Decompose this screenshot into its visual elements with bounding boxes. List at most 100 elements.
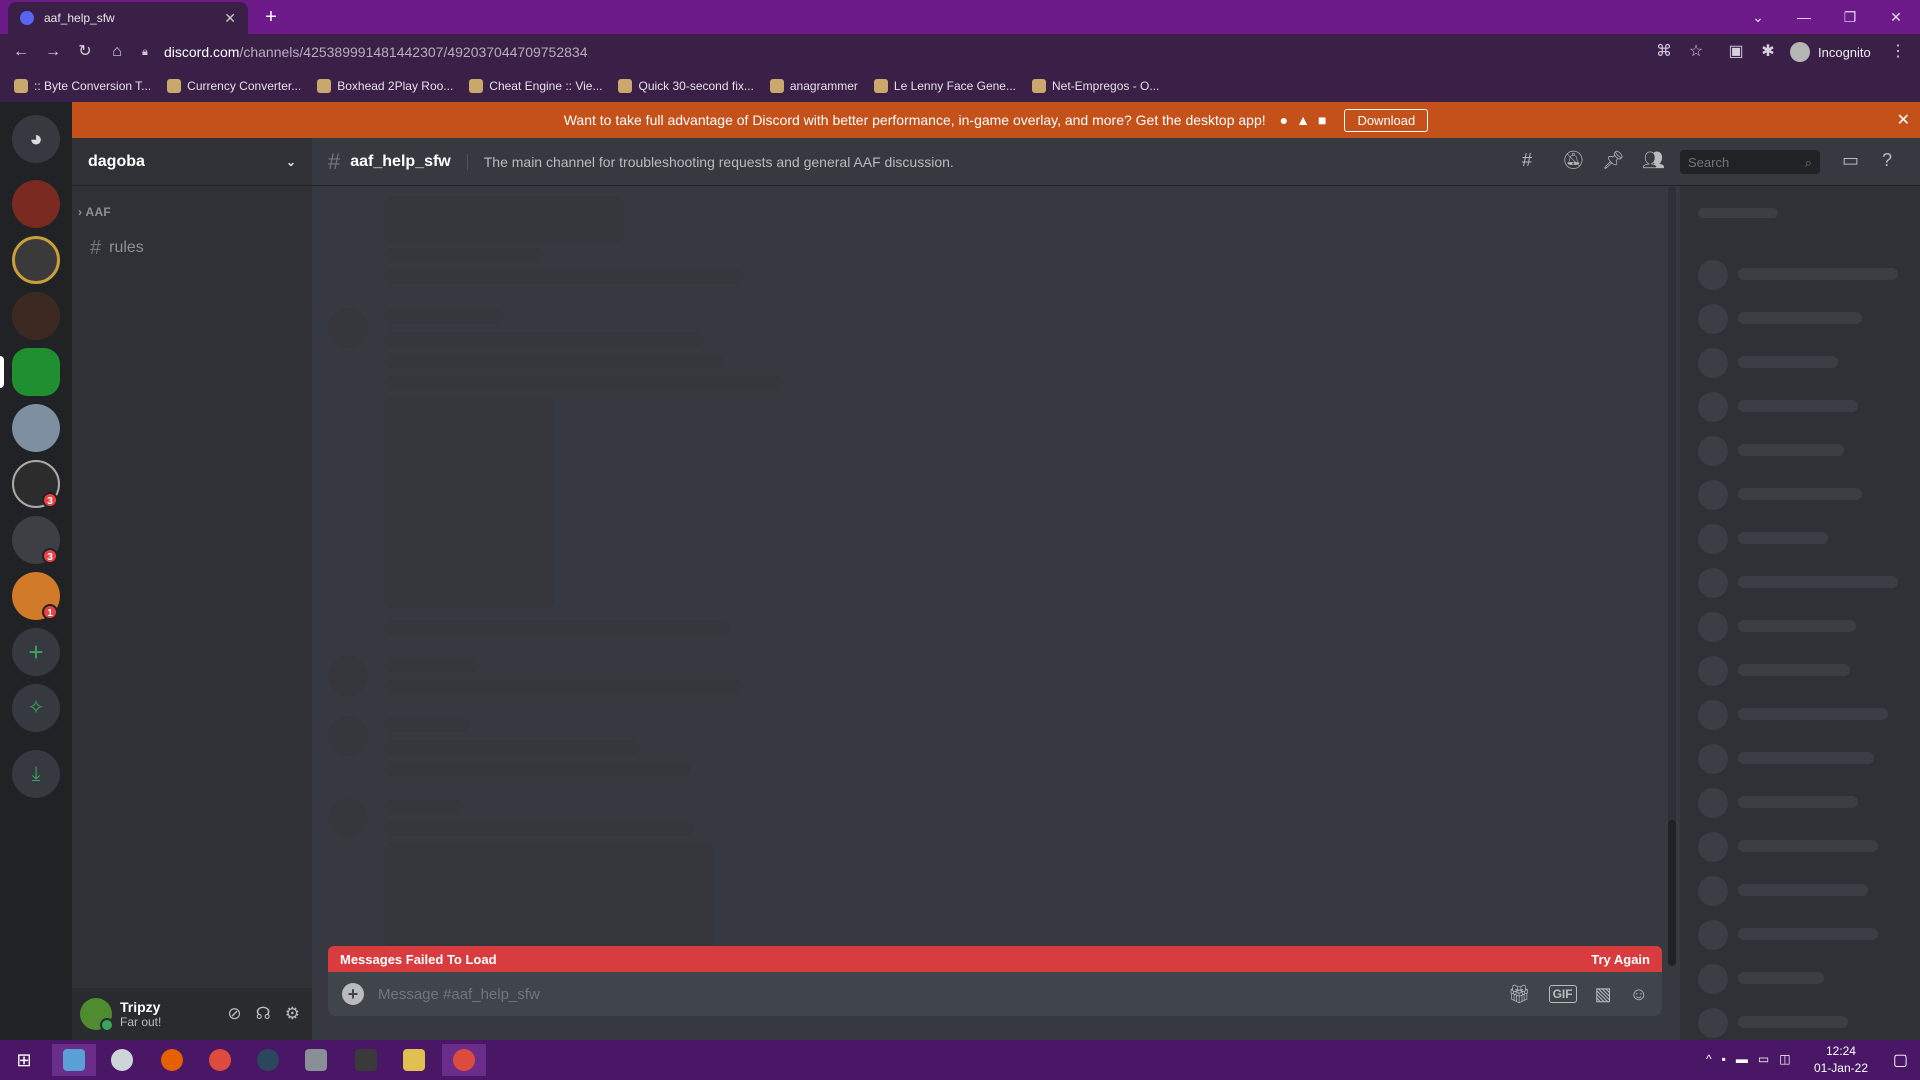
taskbar-app-icon[interactable] — [392, 1044, 436, 1076]
notification-bell-muted-icon[interactable]: 🔕︎ — [1562, 150, 1585, 171]
incognito-indicator[interactable]: Incognito — [1790, 40, 1871, 64]
server-icon-selected[interactable] — [12, 348, 60, 396]
download-apps-icon[interactable]: ⤓ — [12, 750, 60, 798]
browser-menu-icon[interactable]: ⋮ — [1888, 42, 1908, 62]
server-icon[interactable] — [12, 236, 60, 284]
incognito-label: Incognito — [1818, 44, 1871, 60]
taskbar-app-icon[interactable] — [52, 1044, 96, 1076]
file-explorer-icon[interactable] — [344, 1044, 388, 1076]
download-button[interactable]: Download — [1344, 108, 1429, 132]
threads-icon[interactable]: # — [1522, 150, 1532, 171]
bookmark-item[interactable]: Quick 30-second fix... — [618, 79, 754, 93]
bookmark-item[interactable]: :: Byte Conversion T... — [14, 79, 151, 93]
taskbar-clock[interactable]: 12:24 01-Jan-22 — [1814, 1043, 1868, 1077]
text-channel-icon: # — [90, 236, 102, 259]
server-name: dagoba — [88, 152, 145, 170]
search-input[interactable]: Search ⌕ — [1680, 150, 1820, 174]
channel-topic[interactable]: The main channel for troubleshooting req… — [466, 153, 954, 170]
windows-start-icon[interactable]: ⊞ — [2, 1044, 46, 1076]
forward-icon[interactable]: → — [43, 42, 63, 62]
user-panel: Tripzy Far out! ⊘ ☊ ⚙ — [72, 988, 312, 1040]
mute-microphone-icon[interactable]: ⊘ — [227, 1004, 241, 1024]
channel-item-label: rules — [109, 239, 144, 256]
url-field[interactable]: 🔒︎ discord.com/channels/4253899914814423… — [142, 40, 1702, 64]
add-server-icon[interactable]: + — [12, 628, 60, 676]
browser-tab[interactable]: aaf_help_sfw ✕ — [8, 2, 248, 34]
gif-icon[interactable]: GIF — [1548, 985, 1577, 1003]
firefox-icon[interactable] — [150, 1044, 194, 1076]
inbox-icon[interactable]: ▭ — [1842, 150, 1859, 171]
channel-title: aaf_help_sfw — [350, 152, 451, 170]
server-icon[interactable] — [12, 292, 60, 340]
back-icon[interactable]: ← — [11, 42, 31, 62]
bookmark-item[interactable]: anagrammer — [769, 79, 858, 93]
explore-servers-icon[interactable]: ✧ — [12, 684, 60, 732]
server-icon[interactable] — [12, 180, 60, 228]
help-icon[interactable]: ? — [1882, 150, 1892, 171]
reload-icon[interactable]: ↻ — [75, 42, 95, 62]
puzzle-extensions-icon[interactable]: ✱ — [1758, 42, 1778, 62]
bookmark-favicon-icon — [469, 79, 484, 93]
channel-header: # aaf_help_sfw The main channel for trou… — [312, 138, 1920, 186]
channel-item-rules[interactable]: # rules — [80, 232, 304, 264]
selected-server-indicator — [0, 356, 4, 388]
bookmark-favicon-icon — [1032, 79, 1046, 93]
message-scrollbar-thumb[interactable] — [1668, 820, 1676, 966]
url-path: /channels/425389991481442307/49203704470… — [239, 44, 588, 60]
bookmark-item[interactable]: Currency Converter... — [167, 79, 301, 93]
url-host: discord.com — [164, 44, 240, 60]
error-message: Messages Failed To Load — [340, 951, 497, 967]
system-tray-icons[interactable]: ^▪▬▭◫ — [1706, 1052, 1801, 1066]
headphones-icon[interactable]: ☊ — [256, 1004, 271, 1024]
close-window-button[interactable]: ✕ — [1876, 6, 1916, 28]
close-notice-icon[interactable]: ✕ — [1897, 110, 1910, 130]
emoji-icon[interactable]: ☺ — [1630, 984, 1648, 1005]
sticker-icon[interactable]: ▧ — [1595, 984, 1612, 1005]
minimize-button[interactable]: — — [1784, 6, 1824, 28]
bookmark-item[interactable]: Le Lenny Face Gene... — [873, 79, 1016, 93]
restore-button[interactable]: ❐ — [1830, 6, 1870, 28]
close-tab-icon[interactable]: ✕ — [224, 10, 236, 27]
channel-category[interactable]: › AAF — [78, 205, 111, 219]
chrome-icon[interactable] — [198, 1044, 242, 1076]
user-info[interactable]: Tripzy Far out! — [120, 999, 161, 1029]
bookmark-favicon-icon — [317, 79, 332, 93]
bookmarks-bar: :: Byte Conversion T... Currency Convert… — [0, 70, 1920, 102]
discord-home-icon[interactable]: ◕ — [12, 115, 60, 163]
channel-sidebar — [72, 138, 312, 1040]
server-icon[interactable] — [12, 404, 60, 452]
try-again-button[interactable]: Try Again — [1591, 952, 1650, 967]
clock-date: 01-Jan-22 — [1813, 1061, 1868, 1075]
bookmark-star-icon[interactable]: ☆ — [1686, 42, 1706, 62]
attach-plus-icon[interactable]: + — [342, 983, 364, 1005]
bookmark-item[interactable]: Boxhead 2Play Roo... — [317, 79, 453, 93]
tab-search-icon[interactable]: ⌄ — [1738, 6, 1778, 28]
gear-icon[interactable]: ⚙ — [285, 1004, 300, 1024]
extension-icon[interactable]: ▣ — [1726, 42, 1746, 62]
messages-failed-banner: Messages Failed To Load Try Again — [328, 946, 1662, 972]
bookmark-item[interactable]: Net-Empregos - O... — [1032, 79, 1159, 93]
taskbar-app-icon[interactable] — [294, 1044, 338, 1076]
browser-tab-bar — [0, 0, 1920, 34]
member-list-icon[interactable]: 👥︎ — [1642, 150, 1665, 171]
chrome-active-icon[interactable] — [442, 1044, 486, 1076]
home-icon[interactable]: ⌂ — [107, 42, 127, 62]
lock-icon: 🔒︎ — [142, 46, 148, 58]
platform-icons: ●▲■ — [1279, 112, 1335, 128]
new-tab-button[interactable]: + — [260, 6, 282, 28]
server-header[interactable]: dagoba ⌄ — [72, 138, 312, 186]
bookmark-item[interactable]: Cheat Engine :: Vie... — [469, 79, 602, 93]
gift-icon[interactable]: 🎁︎ — [1508, 984, 1531, 1005]
notifications-icon[interactable]: ▢ — [1893, 1050, 1908, 1070]
discord-favicon-icon — [20, 11, 34, 25]
mention-badge: 3 — [42, 548, 58, 564]
pin-icon[interactable]: 📌︎ — [1602, 150, 1625, 171]
taskbar-app-icon[interactable] — [100, 1044, 144, 1076]
message-composer: + 🎁︎ GIF ▧ ☺ — [328, 972, 1662, 1016]
steam-icon[interactable] — [246, 1044, 290, 1076]
message-input[interactable] — [378, 985, 1490, 1003]
username: Tripzy — [120, 999, 161, 1015]
avatar[interactable] — [80, 998, 114, 1032]
tab-title: aaf_help_sfw — [44, 11, 115, 25]
translate-icon[interactable]: ⌘ — [1654, 42, 1674, 62]
